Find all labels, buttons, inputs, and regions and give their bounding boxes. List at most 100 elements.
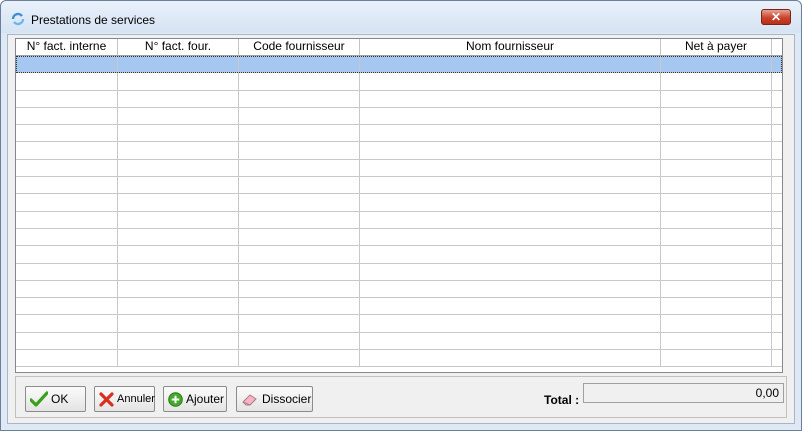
table-row[interactable] [16, 159, 782, 178]
table-cell[interactable] [360, 350, 661, 367]
table-cell[interactable] [661, 246, 772, 263]
table-cell[interactable] [16, 263, 118, 280]
table-cell[interactable] [239, 90, 360, 107]
table-cell[interactable] [118, 263, 239, 280]
table-cell[interactable] [239, 332, 360, 350]
table-cell[interactable] [118, 228, 239, 246]
table-cell[interactable] [239, 194, 360, 211]
table-row[interactable] [16, 332, 782, 351]
table-cell[interactable] [118, 280, 239, 298]
table-cell[interactable] [661, 263, 772, 280]
table-cell[interactable] [118, 142, 239, 159]
table-cell[interactable] [16, 56, 118, 73]
table-cell[interactable] [16, 107, 118, 125]
table-cell[interactable] [360, 263, 661, 280]
table-cell[interactable] [118, 73, 239, 90]
table-cell[interactable] [118, 332, 239, 350]
table-row[interactable] [16, 280, 782, 299]
table-cell[interactable] [661, 298, 772, 315]
table-row[interactable] [16, 246, 782, 264]
table-cell[interactable] [360, 177, 661, 194]
table-cell[interactable] [16, 350, 118, 367]
table-cell[interactable] [16, 228, 118, 246]
table-cell[interactable] [239, 263, 360, 280]
table-cell[interactable] [360, 125, 661, 142]
table-cell[interactable] [661, 73, 772, 90]
table-cell[interactable] [239, 211, 360, 228]
table-cell[interactable] [661, 332, 772, 350]
column-header-supplier-invoice[interactable]: N° fact. four. [118, 39, 239, 55]
table-cell[interactable] [360, 159, 661, 177]
table-cell[interactable] [661, 107, 772, 125]
table-row[interactable] [16, 177, 782, 195]
column-header-net-to-pay[interactable]: Net à payer [661, 39, 772, 55]
table-cell[interactable] [239, 298, 360, 315]
table-cell[interactable] [239, 73, 360, 90]
table-cell[interactable] [16, 159, 118, 177]
table-cell[interactable] [661, 56, 772, 73]
table-row[interactable] [16, 125, 782, 143]
table-cell[interactable] [118, 211, 239, 228]
table-cell[interactable] [360, 228, 661, 246]
table-cell[interactable] [661, 177, 772, 194]
table-cell[interactable] [661, 142, 772, 159]
table-cell[interactable] [239, 125, 360, 142]
table-cell[interactable] [360, 332, 661, 350]
table-cell[interactable] [118, 125, 239, 142]
table-cell[interactable] [239, 56, 360, 73]
table-cell[interactable] [661, 280, 772, 298]
table-row[interactable] [16, 315, 782, 333]
table-row[interactable] [16, 107, 782, 126]
table-cell[interactable] [360, 280, 661, 298]
table-cell[interactable] [360, 315, 661, 332]
add-button[interactable]: Ajouter [163, 386, 227, 412]
table-cell[interactable] [661, 194, 772, 211]
column-header-supplier-code[interactable]: Code fournisseur [239, 39, 360, 55]
table-cell[interactable] [661, 228, 772, 246]
table-cell[interactable] [661, 211, 772, 228]
table-cell[interactable] [16, 211, 118, 228]
table-cell[interactable] [360, 73, 661, 90]
table-cell[interactable] [118, 90, 239, 107]
table-cell[interactable] [16, 73, 118, 90]
table-cell[interactable] [360, 211, 661, 228]
table-row[interactable] [16, 298, 782, 316]
table-cell[interactable] [661, 159, 772, 177]
table-cell[interactable] [118, 159, 239, 177]
table-cell[interactable] [16, 332, 118, 350]
table-cell[interactable] [16, 298, 118, 315]
ok-button[interactable]: OK [25, 386, 86, 412]
table-cell[interactable] [118, 107, 239, 125]
table-cell[interactable] [118, 298, 239, 315]
table-cell[interactable] [118, 315, 239, 332]
table-cell[interactable] [239, 107, 360, 125]
invoice-grid[interactable]: N° fact. interne N° fact. four. Code fou… [15, 38, 783, 373]
table-row[interactable] [16, 142, 782, 160]
table-row[interactable] [16, 73, 782, 91]
cancel-button[interactable]: Annuler [94, 386, 155, 412]
table-cell[interactable] [360, 56, 661, 73]
table-cell[interactable] [360, 107, 661, 125]
table-cell[interactable] [239, 315, 360, 332]
table-cell[interactable] [661, 125, 772, 142]
table-cell[interactable] [16, 125, 118, 142]
table-row[interactable] [16, 211, 782, 229]
table-cell[interactable] [661, 350, 772, 367]
table-cell[interactable] [16, 246, 118, 263]
table-cell[interactable] [118, 56, 239, 73]
table-cell[interactable] [360, 194, 661, 211]
table-cell[interactable] [239, 246, 360, 263]
table-cell[interactable] [118, 246, 239, 263]
table-row[interactable] [16, 194, 782, 212]
column-header-supplier-name[interactable]: Nom fournisseur [360, 39, 661, 55]
table-row[interactable] [16, 350, 782, 368]
table-cell[interactable] [360, 142, 661, 159]
table-cell[interactable] [239, 177, 360, 194]
table-row[interactable] [16, 56, 782, 74]
table-cell[interactable] [118, 194, 239, 211]
table-cell[interactable] [239, 280, 360, 298]
table-cell[interactable] [239, 159, 360, 177]
dissociate-button[interactable]: Dissocier [236, 386, 313, 412]
table-cell[interactable] [16, 142, 118, 159]
title-bar[interactable]: Prestations de services ✕ [1, 1, 801, 33]
